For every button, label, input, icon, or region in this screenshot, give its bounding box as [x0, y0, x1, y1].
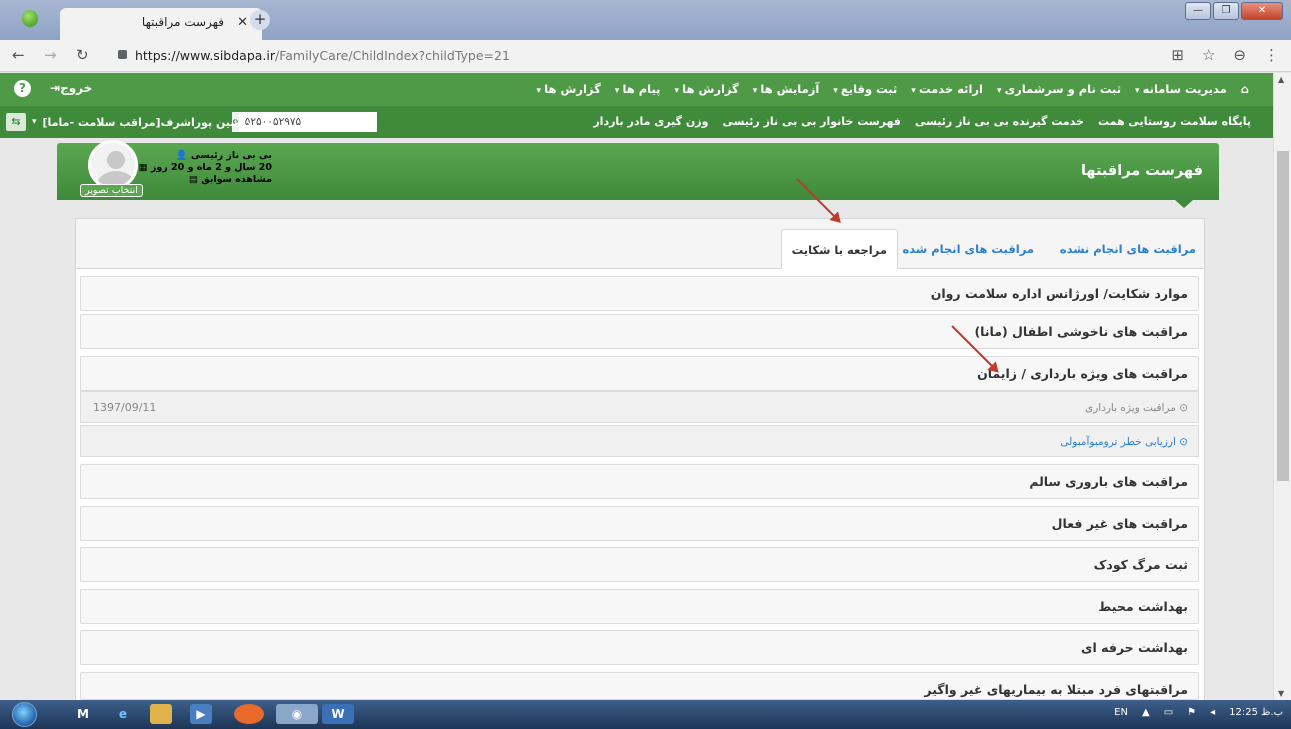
logout-button[interactable]: ⇥خروج: [50, 81, 92, 95]
menu-item-reports-2[interactable]: گزارش ها: [537, 82, 601, 96]
firefox-icon[interactable]: [234, 704, 264, 724]
forward-icon[interactable]: →: [44, 46, 57, 64]
main-navbar: ⌂ مدیریت سامانه ثبت نام و سرشماری ارائه …: [0, 73, 1273, 106]
list-item[interactable]: مراقبت های باروری سالم: [80, 464, 1199, 499]
flag-icon[interactable]: ⚑: [1187, 707, 1196, 718]
list-item[interactable]: موارد شکایت/ اورژانس اداره سلامت روان: [80, 276, 1199, 311]
translate-icon[interactable]: ⊞: [1171, 46, 1184, 64]
language-indicator[interactable]: EN: [1114, 707, 1128, 718]
list-item[interactable]: مراقبت های ویژه بارداری / زایمان: [80, 356, 1199, 391]
tab-complaint[interactable]: مراجعه با شکایت: [780, 229, 898, 269]
tray-up-icon[interactable]: ▲: [1142, 707, 1150, 718]
list-item[interactable]: مراقبت های ناخوشی اطفال (مانا): [80, 314, 1199, 349]
history-link[interactable]: مشاهده سوابق: [201, 174, 272, 185]
chevron-down-icon: ▾: [32, 117, 37, 127]
history-icon: ▤: [188, 174, 198, 185]
sub-item-label[interactable]: ⊙ ارزیابی خطر ترومبوآمبولی: [1060, 436, 1188, 448]
close-icon[interactable]: ✕: [237, 15, 248, 30]
url-path: /FamilyCare/ChildIndex?childType=21: [275, 48, 510, 63]
url-host: https://www.sibdapa.ir: [135, 48, 275, 63]
sub-item-label[interactable]: ⊙ مراقبت ویژه بارداری: [1085, 402, 1188, 414]
reload-icon[interactable]: ↻: [76, 46, 89, 64]
window-controls: — ❐ ✕: [1185, 2, 1283, 20]
system-tray: EN ▲ ▭ ⚑ ◂ ب.ظ 12:25: [1114, 707, 1283, 718]
switch-icon[interactable]: ⇆: [6, 113, 26, 131]
url-field[interactable]: https://www.sibdapa.ir/FamilyCare/ChildI…: [135, 48, 510, 63]
star-icon[interactable]: ☆: [1202, 46, 1215, 64]
minimize-button[interactable]: —: [1185, 2, 1211, 20]
profile-icon[interactable]: ⊖: [1233, 46, 1246, 64]
menu-item-messages[interactable]: پیام ها: [615, 82, 660, 96]
menu-item-household[interactable]: فهرست خانوار بی بی ناز رئیسی: [722, 115, 901, 128]
list-item[interactable]: ثبت مرگ کودک: [80, 547, 1199, 582]
menu-item-reports[interactable]: گزارش ها: [675, 82, 739, 96]
user-selector[interactable]: ⇆ ▾ راشین پوراشرف[مراقب سلامت -ماما]: [6, 113, 251, 131]
menu-item-client[interactable]: خدمت گیرنده بی بی ناز رئیسی: [915, 115, 1084, 128]
list-item[interactable]: بهداشت حرفه ای: [80, 630, 1199, 665]
menu-item-registration[interactable]: ثبت نام و سرشماری: [997, 82, 1121, 96]
menu-item-health-center[interactable]: پایگاه سلامت روستایی همت: [1098, 115, 1251, 128]
help-icon[interactable]: ?: [14, 80, 31, 97]
calendar-icon: ▦: [138, 162, 148, 173]
word-icon[interactable]: W: [322, 704, 354, 724]
back-icon[interactable]: ←: [12, 46, 25, 64]
sub-list-item: ⊙ مراقبت ویژه بارداری 1397/09/11: [80, 391, 1199, 423]
main-menu: ⌂ مدیریت سامانه ثبت نام و سرشماری ارائه …: [537, 82, 1249, 96]
banner-notch: [1175, 200, 1193, 208]
menu-item-weighing[interactable]: وزن گیری مادر باردار: [593, 115, 708, 128]
list-item[interactable]: مراقبت های غیر فعال: [80, 506, 1199, 541]
context-menu: پایگاه سلامت روستایی همت خدمت گیرنده بی …: [593, 115, 1251, 128]
folder-icon[interactable]: [150, 704, 172, 724]
user-label: راشین پوراشرف[مراقب سلامت -ماما]: [42, 115, 252, 129]
tab-title: فهرست مراقبتها: [141, 15, 224, 29]
address-bar: ← → ↻ https://www.sibdapa.ir/FamilyCare/…: [0, 40, 1291, 72]
scroll-up-icon[interactable]: ▲: [1278, 75, 1284, 84]
maximize-button[interactable]: ❐: [1213, 2, 1239, 20]
media-icon[interactable]: ▶: [190, 704, 212, 724]
menu-item-system[interactable]: مدیریت سامانه: [1135, 82, 1227, 96]
sub-item-date: 1397/09/11: [93, 401, 157, 414]
search-input[interactable]: [238, 112, 377, 132]
menu-item-tests[interactable]: آزمایش ها: [753, 82, 819, 96]
taskbar: M e ▶ ◉ W EN ▲ ▭ ⚑ ◂ ب.ظ 12:25: [0, 700, 1291, 729]
list-item[interactable]: مراقبتهای فرد مبتلا به بیماریهای غیر واگ…: [80, 672, 1199, 700]
lock-icon: [118, 50, 127, 59]
scrollbar[interactable]: ▲ ▼: [1273, 73, 1291, 700]
patient-name: بی بی ناز رئیسی: [190, 150, 272, 161]
care-tabs: مراقبت های انجام نشده مراقبت های انجام ش…: [76, 219, 1204, 269]
scroll-down-icon[interactable]: ▼: [1278, 689, 1284, 698]
scroll-thumb[interactable]: [1277, 151, 1289, 481]
start-button[interactable]: [6, 700, 44, 729]
logout-label: خروج: [60, 81, 93, 95]
app-icon: [22, 10, 38, 27]
home-icon[interactable]: ⌂: [1241, 82, 1249, 96]
menu-item-events[interactable]: ثبت وقایع: [833, 82, 897, 96]
choose-image-button[interactable]: انتخاب تصویر: [80, 184, 143, 197]
tab-done[interactable]: مراقبت های انجام شده: [903, 229, 1035, 269]
sub-list-item: ⊙ ارزیابی خطر ترومبوآمبولی: [80, 425, 1199, 457]
patient-age: 20 سال و 2 ماه و 20 روز: [150, 162, 272, 173]
volume-icon[interactable]: ◂: [1210, 707, 1215, 718]
new-tab-button[interactable]: +: [250, 10, 270, 30]
avatar: [88, 140, 138, 190]
chrome-icon[interactable]: ◉: [276, 704, 318, 724]
network-icon[interactable]: ▭: [1164, 707, 1173, 718]
list-item[interactable]: بهداشت محیط: [80, 589, 1199, 624]
tab-not-done[interactable]: مراقبت های انجام نشده: [1060, 229, 1196, 269]
context-navbar: پایگاه سلامت روستایی همت خدمت گیرنده بی …: [0, 106, 1273, 138]
mail-icon[interactable]: M: [72, 704, 94, 724]
close-window-button[interactable]: ✕: [1241, 2, 1283, 20]
browser-tab-bar: فهرست مراقبتها ✕ + — ❐ ✕: [0, 0, 1291, 40]
browser-tab[interactable]: فهرست مراقبتها ✕: [60, 8, 262, 40]
menu-icon[interactable]: ⋮: [1264, 46, 1279, 64]
ie-icon[interactable]: e: [112, 704, 134, 724]
patient-info: بی بی ناز رئیسی 👤 20 سال و 2 ماه و 20 رو…: [139, 150, 272, 186]
clock[interactable]: ب.ظ 12:25: [1229, 707, 1283, 718]
user-icon: 👤: [175, 150, 188, 161]
page-title: فهرست مراقبتها: [1080, 163, 1203, 179]
menu-item-service[interactable]: ارائه خدمت: [911, 82, 983, 96]
